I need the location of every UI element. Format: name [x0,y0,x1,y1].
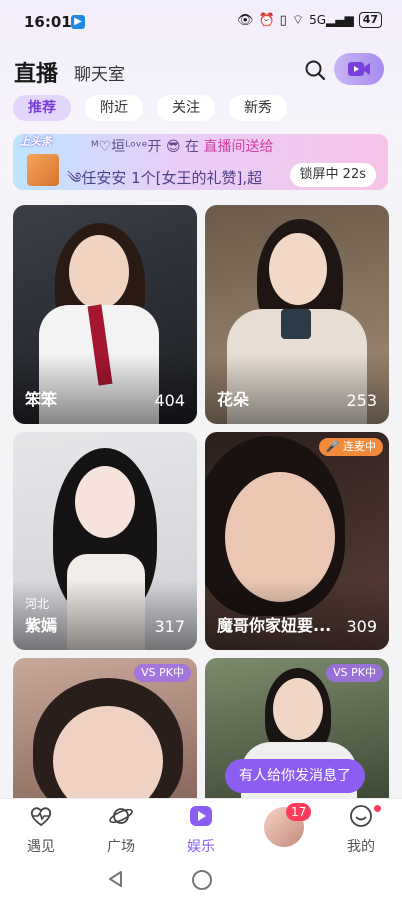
streamer-location: 河北 [25,597,50,611]
lock-screen-timer[interactable]: 锁屏中 22s [289,163,376,187]
headline-gift-banner[interactable]: 上头条 ᴹ♡垣ᴸᵒᵛᵉ开 😎 在 直播间送给 ༄任安安 1个[女王的礼赞],超 … [13,134,388,190]
nav-label: 我的 [347,839,375,855]
status-bar: 16:01 ▶ 👁 ⏰ ▯ ⌔ 5G▂▄▆ 47 [0,0,402,44]
smile-icon [350,805,372,827]
heartbeat-icon [30,807,52,827]
live-room-card[interactable]: 🎤 连麦中 魔哥你家妞要... 309 [205,432,389,650]
back-icon[interactable] [107,870,125,888]
nav-label: 广场 [107,839,135,855]
nav-me[interactable]: 我的 [326,803,396,856]
unread-count-badge: 17 [286,803,312,821]
banner-line-2: ༄任安安 1个[女王的礼赞],超 [67,169,263,187]
viewer-count: 317 [154,617,185,636]
notification-app-icon: ▶ [71,15,85,29]
streamer-name: 笨笨 [25,390,58,409]
page-title[interactable]: 直播 [14,56,58,88]
emoji-icon: 😎 [166,139,186,155]
banner-line-1: ᴹ♡垣ᴸᵒᵛᵉ开 😎 在 直播间送给 [91,139,274,155]
nav-entertainment[interactable]: 娱乐 [166,803,236,856]
bottom-nav: 遇见 广场 娱乐 17 我的 [0,798,402,861]
gift-sender-thumbnail [27,154,59,186]
nav-label: 遇见 [27,839,55,855]
video-camera-icon [348,62,370,76]
status-icons: 👁 ⏰ ▯ ⌔ 5G▂▄▆ 47 [237,12,382,28]
wifi-icon: ⌔ [291,13,305,28]
viewer-count: 404 [154,391,185,410]
notification-dot [374,805,381,812]
tab-recommend[interactable]: 推荐 [13,95,71,121]
live-room-card[interactable]: 花朵 253 [205,205,389,424]
live-room-card[interactable]: 河北 紫嫣 317 [13,432,197,650]
streamer-name: 花朵 [217,390,250,409]
start-live-button[interactable] [334,53,384,85]
top-header: 直播 聊天室 [0,50,402,90]
nav-meet[interactable]: 遇见 [6,803,76,856]
live-room-card[interactable]: VS PK中 [13,658,197,798]
pk-badge: VS PK中 [326,664,383,682]
nav-square[interactable]: 广场 [86,803,156,856]
planet-icon [109,808,133,824]
play-icon [190,806,212,826]
tab-newcomer[interactable]: 新秀 [229,95,287,121]
pk-badge: VS PK中 [134,664,191,682]
new-message-toast[interactable]: 有人给你发消息了 [225,759,365,793]
streamer-name: 紫嫣 [25,616,58,635]
category-tabs: 推荐 附近 关注 新秀 [13,95,287,123]
nav-label: 娱乐 [187,839,215,855]
signal-icon: 5G▂▄▆ [309,13,354,27]
tab-nearby[interactable]: 附近 [85,95,143,121]
chatroom-tab[interactable]: 聊天室 [74,60,125,85]
headline-tag: 上头条 [19,135,52,148]
tab-following[interactable]: 关注 [157,95,215,121]
streamer-name: 魔哥你家妞要... [217,616,332,635]
search-icon[interactable] [304,59,326,81]
vibrate-icon: ▯ [279,12,287,28]
status-time: 16:01 [24,13,72,31]
home-icon[interactable] [192,870,212,890]
eye-icon: 👁 [236,12,254,28]
live-room-card[interactable]: 笨笨 404 [13,205,197,424]
alarm-icon: ⏰ [258,12,275,28]
viewer-count: 309 [346,617,377,636]
viewer-count: 253 [346,391,377,410]
co-host-badge: 🎤 连麦中 [318,438,383,456]
battery-icon: 47 [358,12,382,28]
system-nav-bar [0,860,402,900]
